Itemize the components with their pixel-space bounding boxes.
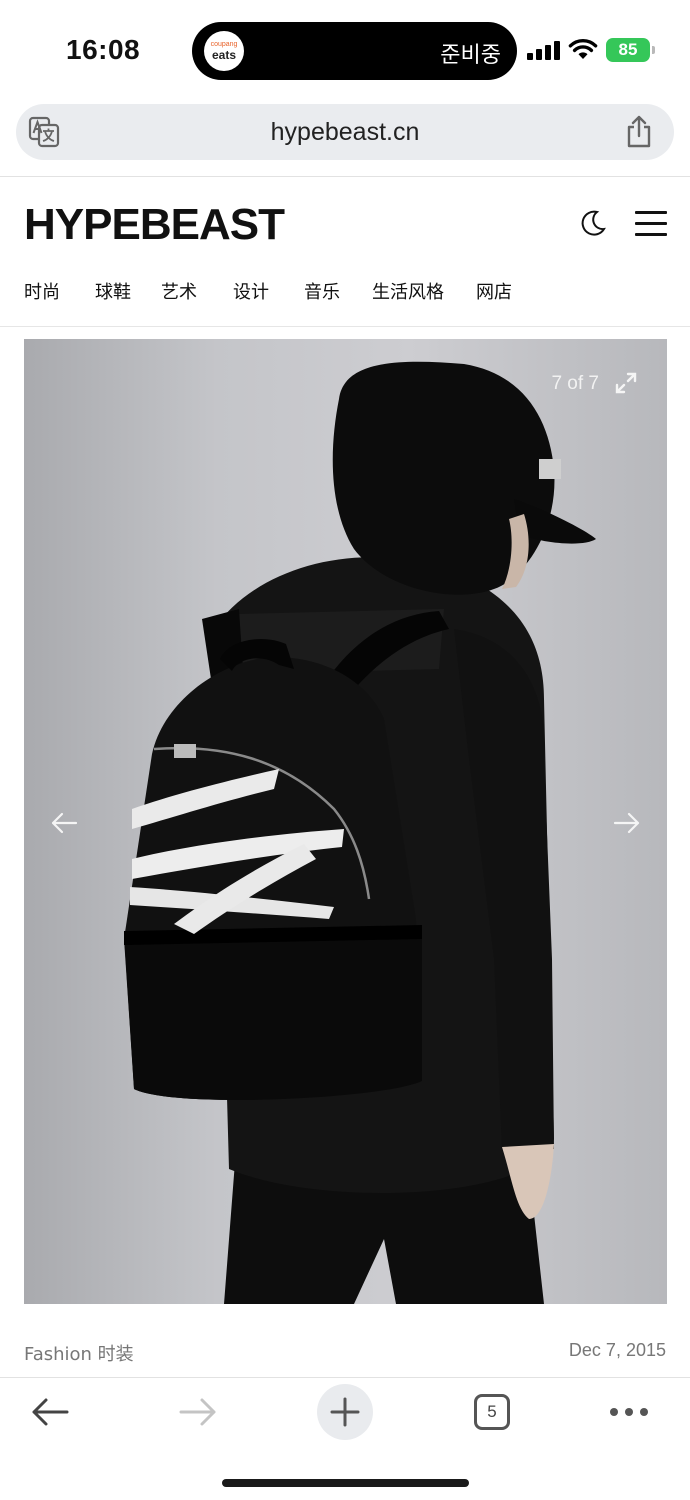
url-bar[interactable]: hypebeast.cn [16, 104, 674, 160]
gallery-photo [124, 361, 596, 1304]
url-text[interactable]: hypebeast.cn [16, 118, 674, 147]
share-icon[interactable] [624, 115, 654, 149]
tabs-button[interactable]: 5 [474, 1394, 510, 1430]
category-nav: 时尚 球鞋 艺术 设计 音乐 生活风格 网店 [24, 278, 512, 304]
moon-icon[interactable] [578, 208, 608, 238]
page: 16:08 coupang eats 준비중 85 hypebeast.cn H… [0, 0, 690, 1500]
new-tab-button[interactable] [317, 1384, 373, 1440]
arrow-left-icon[interactable] [50, 811, 78, 835]
site-logo[interactable]: HYPEBEAST [24, 200, 285, 250]
divider [0, 326, 690, 327]
nav-item-fashion[interactable]: 时尚 [24, 278, 95, 304]
nav-item-lifestyle[interactable]: 生活风格 [372, 278, 476, 304]
image-gallery[interactable]: 7 of 7 [24, 339, 667, 1304]
island-status-text: 준비중 [440, 43, 501, 68]
nav-item-art[interactable]: 艺术 [161, 278, 233, 304]
arrow-right-icon[interactable] [613, 811, 641, 835]
nav-item-music[interactable]: 音乐 [304, 278, 372, 304]
expand-icon[interactable] [615, 372, 637, 394]
nav-item-sneakers[interactable]: 球鞋 [95, 278, 161, 304]
article-category[interactable]: Fashion 时装 [24, 1340, 134, 1366]
article-date: Dec 7, 2015 [568, 1340, 666, 1360]
divider [0, 176, 690, 177]
plus-icon [330, 1397, 360, 1427]
cellular-signal-icon [527, 40, 561, 60]
gallery-counter: 7 of 7 [551, 373, 599, 394]
back-arrow-icon[interactable] [30, 1396, 70, 1428]
nav-item-design[interactable]: 设计 [233, 278, 304, 304]
home-indicator [222, 1479, 469, 1487]
coupang-eats-app-icon: coupang eats [204, 31, 244, 71]
island-app-big-label: eats [211, 48, 237, 62]
forward-arrow-icon[interactable] [178, 1396, 218, 1428]
more-dots-icon[interactable] [610, 1408, 648, 1418]
status-time: 16:08 [66, 34, 141, 65]
browser-toolbar: 5 [0, 1378, 690, 1500]
nav-item-store[interactable]: 网店 [476, 278, 512, 304]
battery-indicator: 85 [606, 38, 655, 62]
hamburger-menu-icon[interactable] [635, 211, 667, 237]
dynamic-island[interactable]: coupang eats 준비중 [192, 22, 517, 80]
wifi-icon [568, 38, 598, 59]
status-bar: 16:08 coupang eats 준비중 85 [0, 0, 690, 100]
